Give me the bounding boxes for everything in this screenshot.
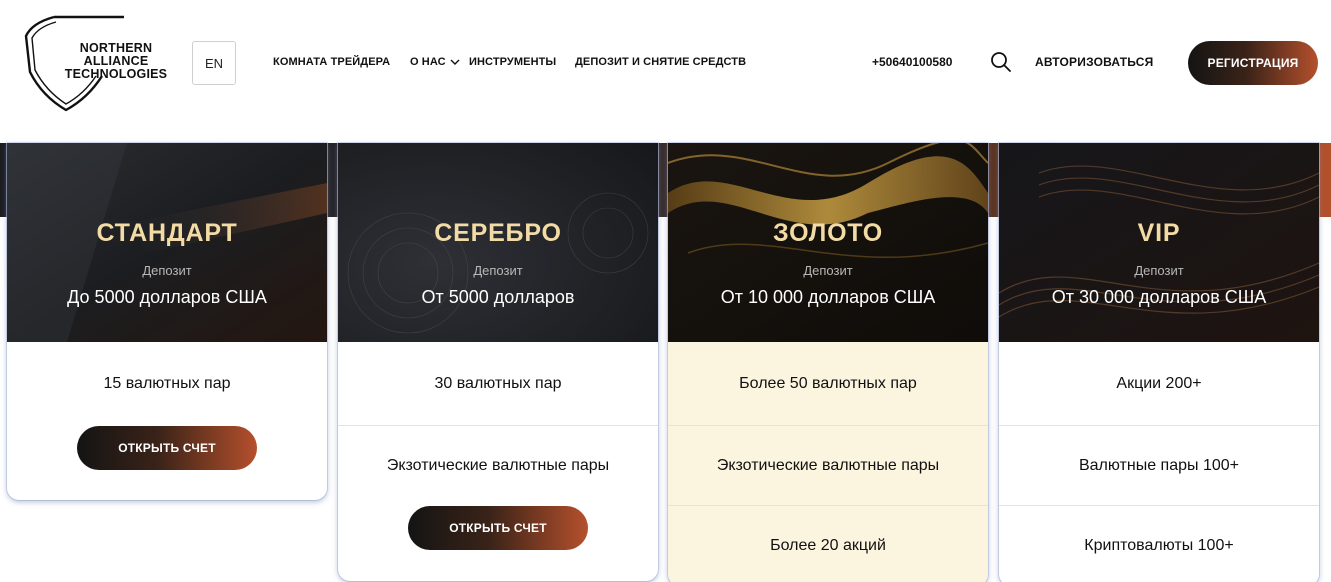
plan-card-header: СЕРЕБРО Депозит От 5000 долларов xyxy=(338,143,658,342)
deposit-amount: От 30 000 долларов США xyxy=(1051,287,1267,307)
nav-trader-room[interactable]: КОМНАТА ТРЕЙДЕРА xyxy=(273,56,390,68)
plan-card-silver: СЕРЕБРО Депозит От 5000 долларов 30 валю… xyxy=(338,143,658,581)
open-account-button[interactable]: ОТКРЫТЬ СЧЕТ xyxy=(408,506,588,550)
plan-feature: Экзотические валютные пары xyxy=(386,457,610,474)
login-link[interactable]: АВТОРИЗОВАТЬСЯ xyxy=(1035,55,1153,69)
plan-card-standard: СТАНДАРТ Депозит До 5000 долларов США 15… xyxy=(7,143,327,500)
plan-feature: Криптовалюты 100+ xyxy=(1084,537,1234,554)
plan-title: СТАНДАРТ xyxy=(96,219,238,247)
plan-card-header: VIP Депозит От 30 000 долларов США xyxy=(999,143,1319,342)
deposit-label: Депозит xyxy=(803,263,853,278)
deposit-amount: От 5000 долларов xyxy=(421,287,575,307)
plan-title: VIP xyxy=(1137,219,1181,247)
nav-deposit-withdrawal[interactable]: ДЕПОЗИТ И СНЯТИЕ СРЕДСТВ xyxy=(575,56,746,68)
nav-about[interactable]: О НАС xyxy=(410,56,446,68)
plan-feature: 30 валютных пар xyxy=(338,342,658,426)
plan-feature: Валютные пары 100+ xyxy=(999,426,1319,506)
plan-card-vip: VIP Депозит От 30 000 долларов США Акции… xyxy=(999,143,1319,582)
plan-feature: Более 20 акций xyxy=(668,506,988,582)
deposit-label: Депозит xyxy=(142,263,192,278)
open-account-button[interactable]: ОТКРЫТЬ СЧЕТ xyxy=(77,426,257,470)
plan-card-header: СТАНДАРТ Депозит До 5000 долларов США xyxy=(7,143,327,342)
plan-feature: Акции 200+ xyxy=(999,342,1319,426)
nav-instruments[interactable]: ИНСТРУМЕНТЫ xyxy=(469,56,556,68)
logo[interactable]: NORTHERN ALLIANCE TECHNOLOGIES xyxy=(24,14,174,112)
logo-text: NORTHERN ALLIANCE TECHNOLOGIES xyxy=(64,41,168,81)
plan-feature: Экзотические валютные пары xyxy=(668,426,988,506)
search-icon[interactable] xyxy=(990,51,1012,73)
plan-title: СЕРЕБРО xyxy=(434,219,562,247)
language-switcher[interactable]: EN xyxy=(192,41,236,85)
deposit-label: Депозит xyxy=(1134,263,1184,278)
phone-link[interactable]: +50640100580 xyxy=(872,55,952,69)
register-button[interactable]: РЕГИСТРАЦИЯ xyxy=(1188,41,1318,85)
plan-feature: Более 50 валютных пар xyxy=(668,342,988,426)
deposit-label: Депозит xyxy=(473,263,523,278)
plan-title: ЗОЛОТО xyxy=(772,219,884,247)
plan-card-header: ЗОЛОТО Депозит От 10 000 долларов США xyxy=(668,143,988,342)
plan-card-gold: ЗОЛОТО Депозит От 10 000 долларов США Бо… xyxy=(668,143,988,582)
deposit-amount: От 10 000 долларов США xyxy=(720,287,936,307)
plan-feature: 15 валютных пар xyxy=(103,375,231,392)
deposit-amount: До 5000 долларов США xyxy=(67,287,267,307)
chevron-down-icon[interactable] xyxy=(449,56,461,68)
site-header: NORTHERN ALLIANCE TECHNOLOGIES EN КОМНАТ… xyxy=(0,0,1331,143)
